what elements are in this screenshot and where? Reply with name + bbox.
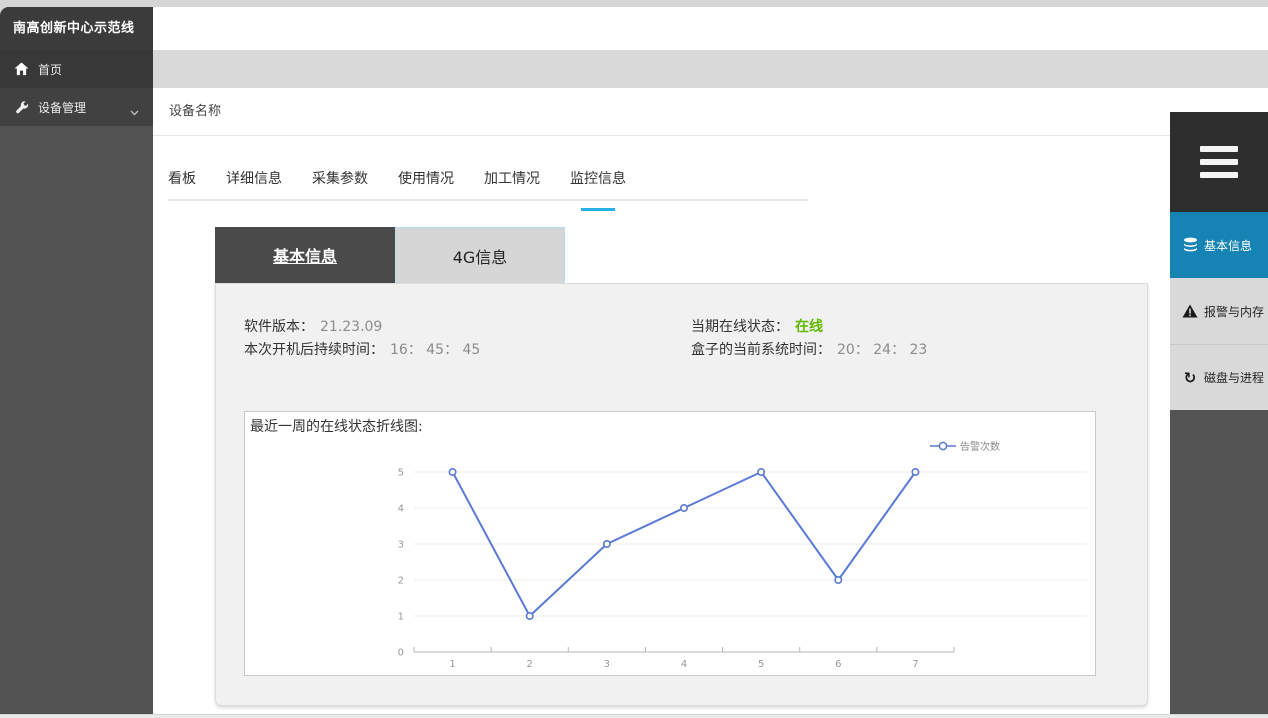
home-icon	[13, 61, 30, 77]
main-content: 设备名称 看板 详细信息 采集参数 使用情况 加工情况 监控信息 基本信息 4G…	[153, 88, 1170, 714]
sidebar-item-label: 设备管理	[38, 99, 86, 116]
system-time-label: 盒子的当前系统时间：	[691, 342, 831, 358]
tab-monitoring[interactable]: 监控信息	[570, 169, 626, 199]
software-version-row: 软件版本： 21.23.09	[244, 316, 480, 339]
right-item-label: 基本信息	[1204, 237, 1252, 254]
svg-text:4: 4	[398, 504, 404, 515]
uptime-row: 本次开机后持续时间： 16： 45： 45	[244, 339, 480, 362]
svg-text:3: 3	[604, 659, 610, 670]
online-status-row: 当期在线状态： 在线	[691, 316, 927, 339]
database-icon	[1182, 237, 1198, 253]
svg-text:2: 2	[527, 659, 533, 670]
sidebar-item-device-management[interactable]: 设备管理	[0, 89, 153, 126]
basic-info-panel: 软件版本： 21.23.09 本次开机后持续时间： 16： 45： 45 当期在线状…	[215, 283, 1148, 706]
chevron-down-icon	[130, 105, 139, 119]
subtab-4g-info[interactable]: 4G信息	[395, 227, 565, 283]
uptime-value: 16： 45： 45	[390, 342, 480, 358]
sidebar-item-home[interactable]: 首页	[0, 50, 153, 89]
svg-text:3: 3	[398, 540, 404, 551]
svg-text:5: 5	[758, 659, 764, 670]
tab-kanban[interactable]: 看板	[168, 169, 196, 199]
bottom-edge	[0, 714, 1268, 718]
svg-text:4: 4	[681, 659, 687, 670]
top-bar	[153, 7, 1268, 50]
tab-usage[interactable]: 使用情况	[398, 169, 454, 199]
right-item-label: 磁盘与进程	[1204, 369, 1264, 386]
chart-legend[interactable]: 告警次数	[930, 438, 1000, 453]
legend-label: 告警次数	[960, 438, 1000, 453]
system-time-row: 盒子的当前系统时间： 20： 24： 23	[691, 339, 927, 362]
tab-details[interactable]: 详细信息	[226, 169, 282, 199]
info-column-right: 当期在线状态： 在线 盒子的当前系统时间： 20： 24： 23	[691, 316, 927, 362]
left-sidebar: 南高创新中心示范线 首页 设备管理	[0, 7, 153, 714]
hamburger-icon	[1200, 146, 1238, 152]
tab-bar: 看板 详细信息 采集参数 使用情况 加工情况 监控信息	[168, 161, 808, 201]
svg-text:1: 1	[449, 659, 455, 670]
info-column-left: 软件版本： 21.23.09 本次开机后持续时间： 16： 45： 45	[244, 316, 480, 362]
svg-text:1: 1	[398, 612, 404, 623]
svg-text:5: 5	[398, 468, 404, 479]
tab-processing[interactable]: 加工情况	[484, 169, 540, 199]
subtab-bar: 基本信息 4G信息	[215, 227, 565, 283]
app-title: 南高创新中心示范线	[0, 7, 153, 50]
online-status-label: 当期在线状态：	[691, 319, 789, 335]
device-name-header: 设备名称	[153, 88, 1170, 136]
online-status-value: 在线	[795, 319, 823, 335]
svg-text:7: 7	[912, 659, 918, 670]
software-version-label: 软件版本：	[244, 319, 314, 335]
refresh-icon: ↻	[1182, 371, 1198, 385]
legend-marker-icon	[930, 441, 956, 451]
right-sidebar-filler	[1170, 410, 1268, 714]
warning-icon	[1182, 304, 1198, 318]
hamburger-menu-button[interactable]	[1170, 112, 1268, 212]
sidebar-item-label: 首页	[38, 61, 62, 78]
software-version-value: 21.23.09	[320, 319, 382, 335]
device-name-label: 设备名称	[169, 104, 221, 119]
svg-text:2: 2	[398, 576, 404, 587]
online-status-chart: 最近一周的在线状态折线图: 0123451234567 告警次数	[244, 411, 1096, 676]
uptime-label: 本次开机后持续时间：	[244, 342, 384, 358]
svg-text:0: 0	[398, 648, 404, 659]
system-time-value: 20： 24： 23	[837, 342, 927, 358]
right-item-disk-process[interactable]: ↻ 磁盘与进程	[1170, 344, 1268, 410]
svg-text:6: 6	[835, 659, 841, 670]
right-item-label: 报警与内存	[1204, 303, 1264, 320]
wrench-icon	[13, 100, 30, 116]
subtab-basic-info[interactable]: 基本信息	[215, 227, 395, 283]
tab-collection-params[interactable]: 采集参数	[312, 169, 368, 199]
secondary-top-bar	[153, 50, 1268, 88]
page: 南高创新中心示范线 首页 设备管理 设备名称 看板 详细信息 采集参数 使用情况	[0, 0, 1268, 718]
right-item-basic-info[interactable]: 基本信息	[1170, 212, 1268, 278]
right-item-alarm-memory[interactable]: 报警与内存	[1170, 278, 1268, 344]
right-sidebar: 基本信息 报警与内存 ↻ 磁盘与进程	[1170, 88, 1268, 714]
